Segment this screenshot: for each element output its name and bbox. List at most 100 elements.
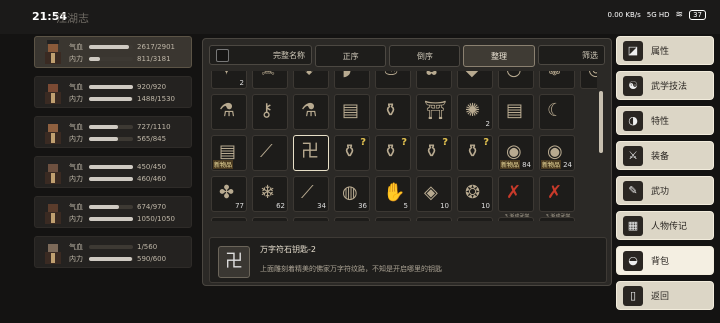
status-bar: 21:54 江湖志 0.00 KB/s 5G HD ≋ 37 bbox=[0, 0, 720, 34]
party-member[interactable]: 气血 920/920 内力 1488/1530 bbox=[34, 76, 192, 108]
hp-bar bbox=[89, 205, 133, 209]
inventory-slot[interactable]: ⚗ bbox=[293, 94, 329, 130]
inventory-slot[interactable]: ✦2 bbox=[211, 71, 247, 89]
item-icon: ⚱ bbox=[383, 100, 399, 121]
inventory-slot[interactable]: ⚷ bbox=[252, 94, 288, 130]
menu-button[interactable]: ◑ 特性 bbox=[616, 106, 714, 135]
hp-value: 727/1110 bbox=[137, 123, 171, 131]
inventory-slot[interactable]: ☾ bbox=[539, 94, 575, 130]
inventory-slot[interactable]: ⚗ bbox=[211, 94, 247, 130]
inventory-slot[interactable]: ✗3 渐成武学 bbox=[498, 176, 534, 220]
item-count: 2 bbox=[485, 120, 490, 128]
item-icon: ◆ bbox=[465, 71, 479, 81]
mp-label: 内力 bbox=[69, 255, 83, 263]
mp-bar bbox=[89, 257, 133, 261]
item-count: 34 bbox=[317, 202, 326, 210]
inventory-slot[interactable]: ⚱? bbox=[375, 135, 411, 171]
mp-value: 811/3181 bbox=[137, 55, 171, 63]
inventory-slot[interactable]: ❄ 62 bbox=[252, 176, 288, 212]
inventory-scrollbar[interactable] bbox=[599, 91, 603, 153]
inventory-slot[interactable]: ◗ bbox=[334, 71, 370, 89]
character-portrait-icon bbox=[45, 120, 61, 144]
inventory-slot[interactable]: ✤ 77 bbox=[211, 176, 247, 212]
menu-button[interactable]: ◪ 属性 bbox=[616, 36, 714, 65]
inventory-slot[interactable]: ◉ 84 新物品 bbox=[498, 135, 534, 171]
filter-button[interactable]: 筛选 bbox=[537, 45, 605, 65]
inventory-slot[interactable]: ✿ bbox=[416, 71, 452, 89]
menu-label: 属性 bbox=[651, 47, 670, 57]
inventory-slot[interactable]: ✗2 渐成武学 bbox=[211, 217, 247, 221]
inventory-slot[interactable]: ▤ 新物品 bbox=[211, 135, 247, 171]
hp-value: 674/970 bbox=[137, 203, 167, 211]
menu-icon: ✎ bbox=[623, 180, 643, 201]
menu-button[interactable]: ▯ 返回 bbox=[616, 281, 714, 310]
party-member[interactable]: 气血 1/560 内力 590/600 bbox=[34, 236, 192, 268]
inventory-slot[interactable]: ✗2 渐成武学 bbox=[375, 217, 411, 221]
organize-button[interactable]: 整理 bbox=[463, 45, 535, 67]
inventory-slot[interactable]: ▤ bbox=[498, 94, 534, 130]
inventory-slot[interactable]: ◍ 36 bbox=[334, 176, 370, 212]
inventory-slot[interactable]: 卍 bbox=[293, 135, 329, 171]
inventory-slot[interactable]: ◆ bbox=[457, 71, 493, 89]
inventory-slot[interactable]: ✗2 渐成武学 bbox=[293, 217, 329, 221]
menu-button[interactable]: ◒ 背包 bbox=[616, 246, 714, 275]
inventory-slot[interactable]: ✗2 渐成武学 bbox=[334, 217, 370, 221]
item-icon: ✗ bbox=[506, 182, 522, 203]
party-member[interactable]: 气血 450/450 内力 460/460 bbox=[34, 156, 192, 188]
inventory-slot[interactable]: ◔ bbox=[498, 71, 534, 89]
item-count: 10 bbox=[481, 202, 490, 210]
inventory-slot[interactable]: ⟋ bbox=[252, 135, 288, 171]
item-detail-text: 上面雕刻着精美的佛家万字符纹路，不知是开启哪里的钥匙 bbox=[260, 265, 442, 273]
inventory-slot[interactable]: ◉ 24 新物品 bbox=[539, 135, 575, 171]
item-icon: ◈ bbox=[424, 182, 438, 203]
inventory-slot[interactable]: ✗2 渐成武学 bbox=[457, 217, 493, 221]
mp-label: 内力 bbox=[69, 55, 83, 63]
inventory-slot[interactable]: ▤ bbox=[334, 94, 370, 130]
item-icon: ☾ bbox=[547, 100, 564, 121]
inventory-slot[interactable]: ⛩ bbox=[416, 94, 452, 130]
inventory-slot[interactable]: ❁ bbox=[539, 71, 575, 89]
inventory-slot[interactable]: ♨ bbox=[375, 71, 411, 89]
inventory-slot[interactable]: ✗3 渐成武学 bbox=[539, 176, 575, 220]
party-member[interactable]: 气血 727/1110 内力 565/845 bbox=[34, 116, 192, 148]
inventory-slot[interactable]: ✗2 渐成武学 bbox=[416, 217, 452, 221]
inventory-slot[interactable]: ❂ 10 bbox=[457, 176, 493, 212]
hp-label: 气血 bbox=[69, 243, 83, 251]
full-name-toggle[interactable]: 完整名称 bbox=[209, 45, 312, 65]
item-icon: ♨ bbox=[383, 71, 399, 81]
item-count: 24 bbox=[563, 161, 572, 169]
menu-button[interactable]: ☯ 武学技法 bbox=[616, 71, 714, 100]
inventory-slot[interactable]: ✗2 渐成武学 bbox=[498, 217, 534, 221]
mp-bar bbox=[89, 217, 133, 221]
inventory-slot[interactable]: ◎ bbox=[580, 71, 597, 89]
inventory-slot[interactable]: ⚱ bbox=[375, 94, 411, 130]
item-icon: ✺ bbox=[465, 100, 481, 121]
inventory-panel: 完整名称 正序 倒序 整理 筛选 ✦2☠❖◗♨✿◆◔❁◎⚗⚷⚗▤⚱⛩✺2▤☾▤新… bbox=[202, 38, 612, 286]
menu-button[interactable]: ▦ 人物传记 bbox=[616, 211, 714, 240]
inventory-slot[interactable]: ☠ bbox=[252, 71, 288, 89]
item-icon: ⚱ bbox=[383, 141, 399, 162]
menu-button[interactable]: ⚔ 装备 bbox=[616, 141, 714, 170]
inventory-slot[interactable]: ⚱? bbox=[334, 135, 370, 171]
inventory-slot[interactable]: ✋ 5 bbox=[375, 176, 411, 212]
party-member[interactable]: 气血 674/970 内力 1050/1050 bbox=[34, 196, 192, 228]
item-icon: ✦ bbox=[219, 71, 234, 81]
inventory-slot[interactable]: ⚱? bbox=[416, 135, 452, 171]
inventory-slot[interactable]: ✗2 渐成武学 bbox=[252, 217, 288, 221]
inventory-slot[interactable]: ⚱? bbox=[457, 135, 493, 171]
mp-bar bbox=[89, 177, 133, 181]
inventory-slot[interactable]: ❖ bbox=[293, 71, 329, 89]
inventory-slot[interactable]: ✺ 2 bbox=[457, 94, 493, 130]
inventory-slot[interactable]: ✗2 渐成武学 bbox=[539, 217, 575, 221]
sort-desc-button[interactable]: 倒序 bbox=[389, 45, 461, 67]
inventory-slot[interactable]: ⟋ 34 bbox=[293, 176, 329, 212]
checkbox-icon[interactable] bbox=[216, 48, 229, 62]
menu-button[interactable]: ✎ 武功 bbox=[616, 176, 714, 205]
mp-label: 内力 bbox=[69, 215, 83, 223]
inventory-slot[interactable]: ◈ 10 bbox=[416, 176, 452, 212]
mp-value: 1488/1530 bbox=[137, 95, 175, 103]
sort-asc-button[interactable]: 正序 bbox=[315, 45, 387, 67]
party-member[interactable]: 气血 2617/2901 内力 811/3181 bbox=[34, 36, 192, 68]
menu-icon: ☯ bbox=[623, 75, 643, 96]
item-icon: ⚗ bbox=[219, 100, 236, 121]
